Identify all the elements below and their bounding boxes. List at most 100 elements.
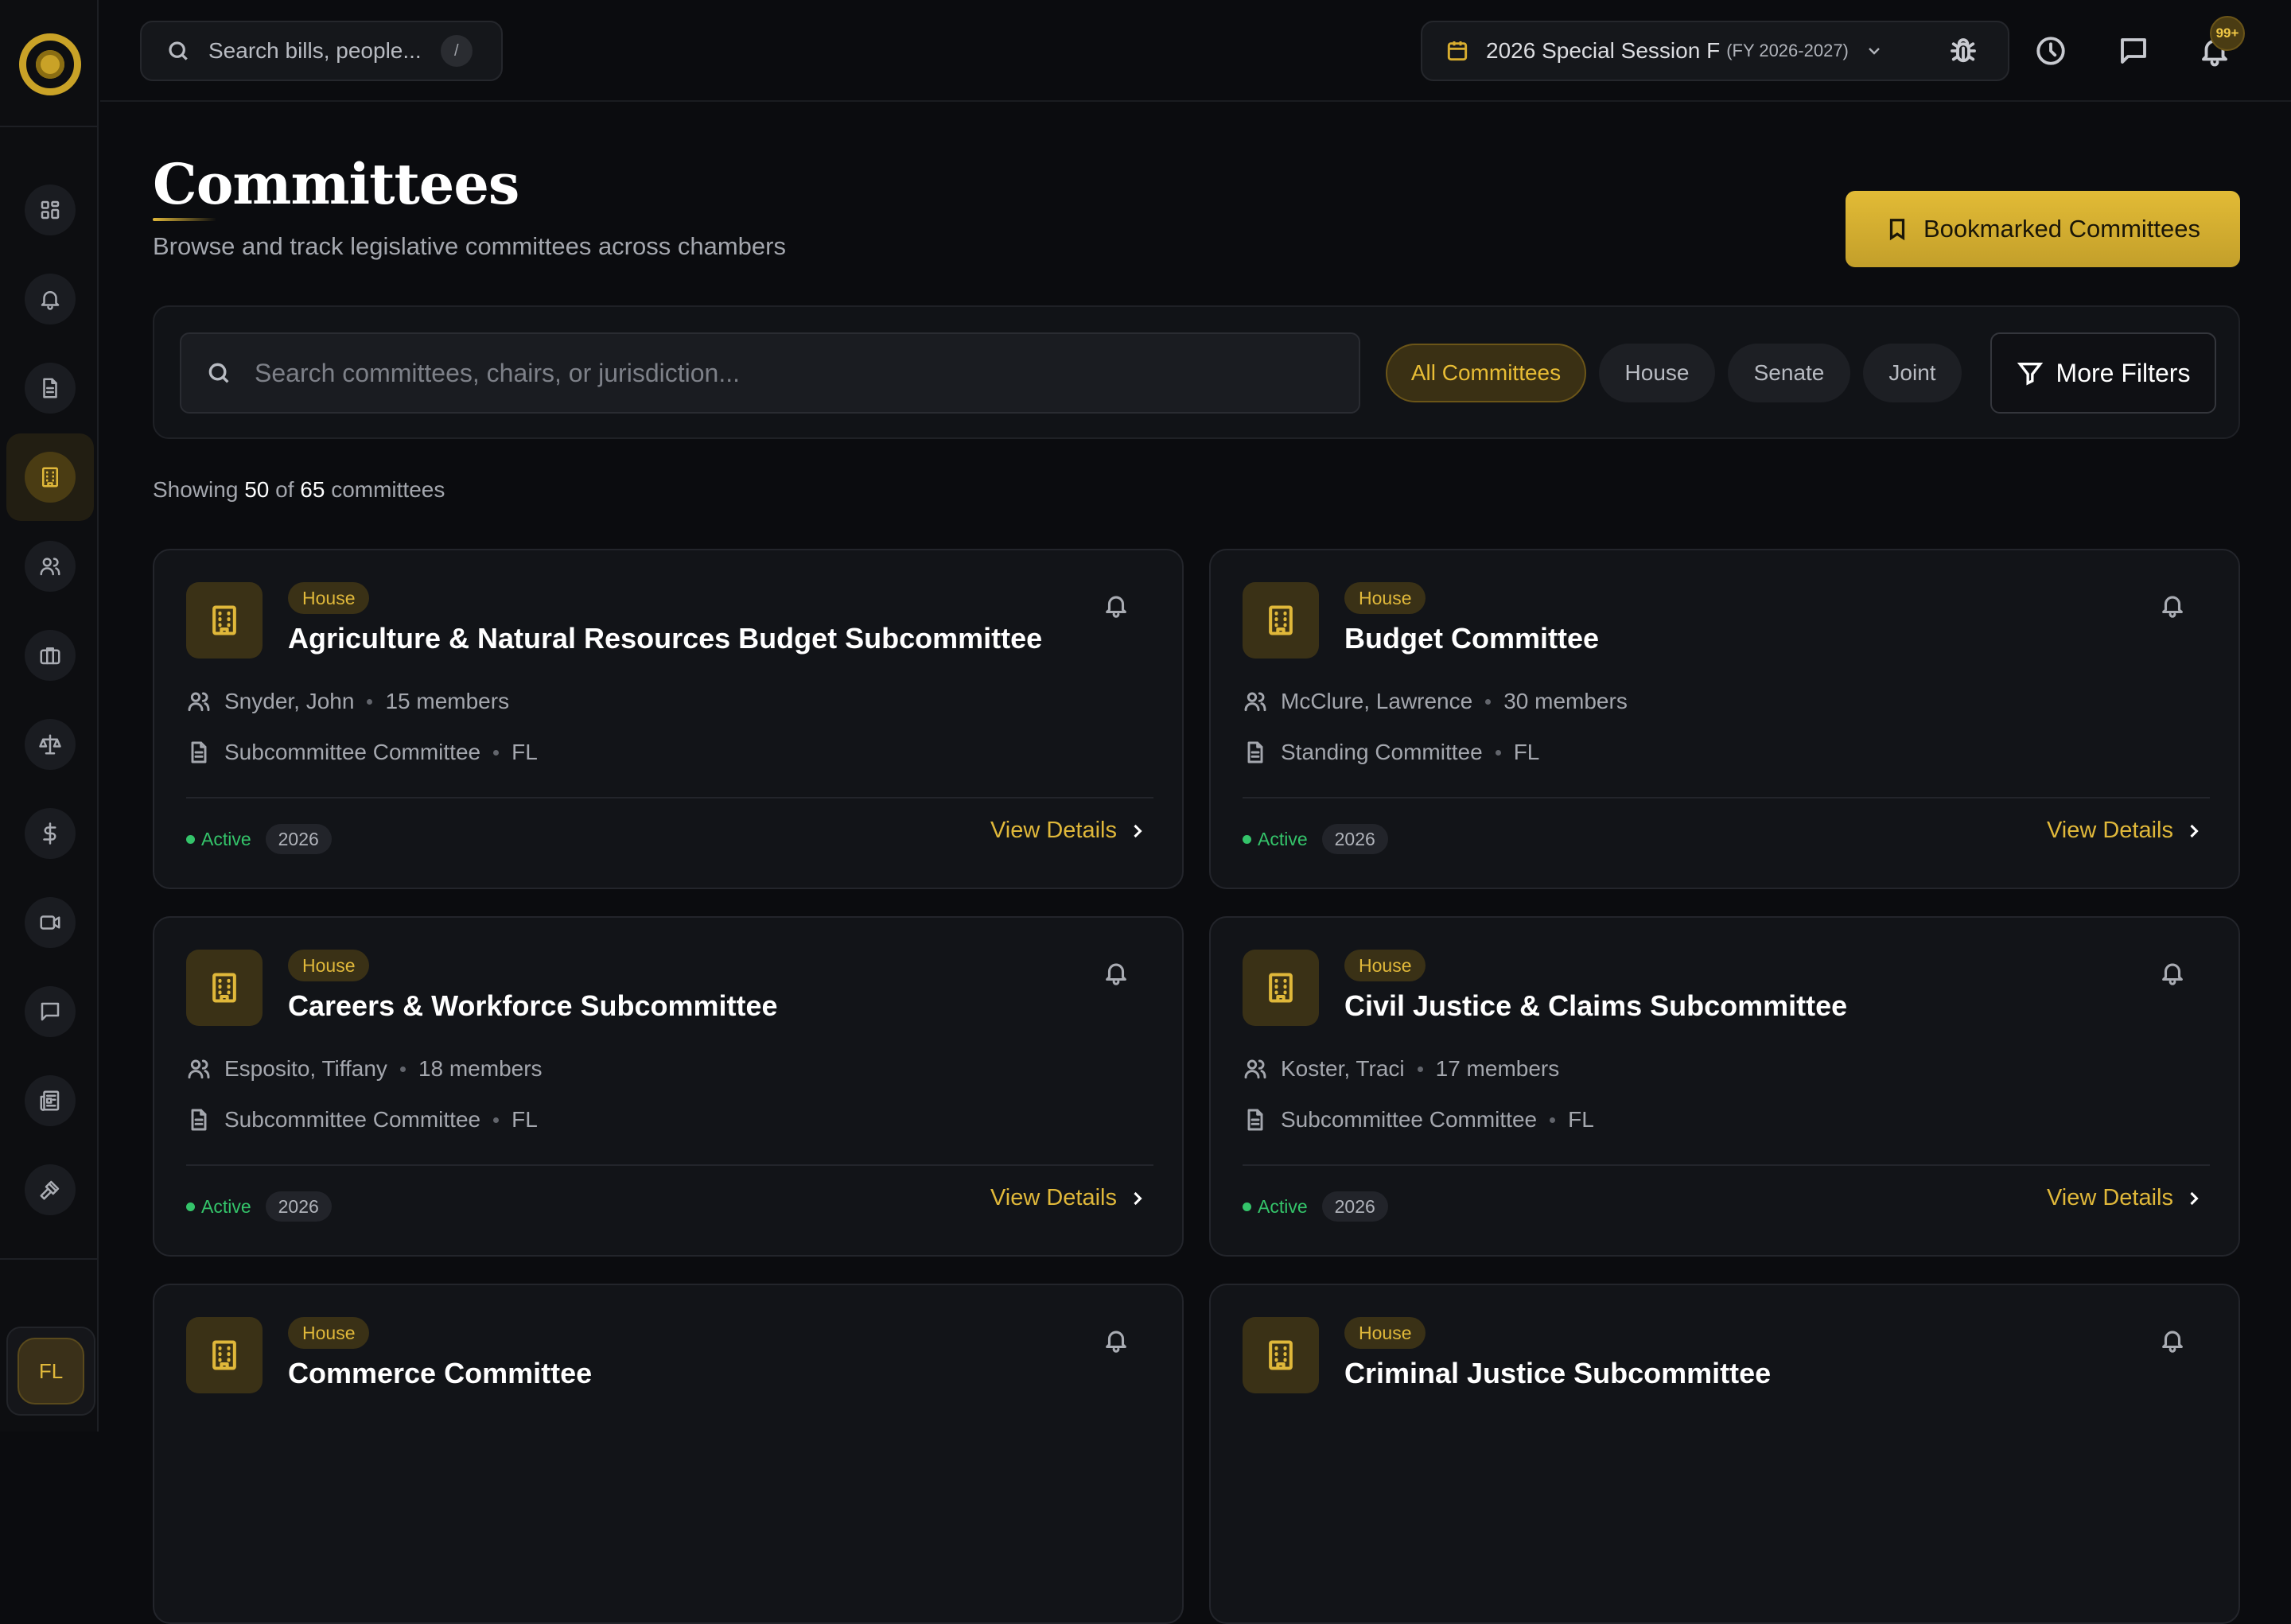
sidebar: FL (0, 0, 99, 1432)
summary-total-count: 65 (300, 477, 325, 502)
year-badge: 2026 (1321, 1191, 1388, 1222)
building-icon (212, 1340, 236, 1370)
follow-committee-button[interactable] (1103, 959, 1131, 988)
summary-shown-count: 50 (244, 477, 270, 502)
status-badge: Active 2026 (186, 824, 332, 854)
document-icon (1247, 741, 1263, 763)
title-underline (153, 218, 216, 221)
scale-icon (39, 734, 61, 755)
chair-row: Koster, Traci 17 members (1243, 1056, 1559, 1082)
chair-row: Esposito, Tiffany 18 members (186, 1056, 543, 1082)
committee-name[interactable]: Civil Justice & Claims Subcommittee (1344, 989, 1847, 1023)
separator-dot (1485, 698, 1492, 705)
bell-icon (2162, 1331, 2183, 1353)
building-icon (42, 467, 58, 488)
chat-icon (41, 1002, 60, 1021)
status-label: Active (201, 1195, 251, 1217)
committee-name[interactable]: Agriculture & Natural Resources Budget S… (288, 622, 1042, 655)
status-label: Active (201, 828, 251, 849)
search-icon (169, 41, 188, 60)
filter-chip-all[interactable]: All Committees (1386, 344, 1586, 402)
card-divider (1243, 797, 2210, 798)
sidebar-item-video[interactable] (25, 897, 76, 948)
view-details-link[interactable]: View Details (2047, 818, 2205, 844)
app-logo[interactable] (19, 33, 81, 95)
building-icon (212, 973, 236, 1003)
sidebar-item-messages[interactable] (25, 986, 76, 1037)
committee-card[interactable]: House Civil Justice & Claims Subcommitte… (1209, 916, 2240, 1257)
session-selector[interactable]: 2026 Special Session F (FY 2026-2027) (1421, 21, 2009, 81)
committee-state: FL (511, 740, 538, 764)
sidebar-item-people[interactable] (25, 541, 76, 592)
follow-committee-button[interactable] (2159, 959, 2188, 988)
building-icon (1269, 1340, 1293, 1370)
follow-committee-button[interactable] (1103, 592, 1131, 620)
bell-icon (2162, 963, 2183, 985)
calendar-icon (1447, 41, 1468, 61)
committee-name[interactable]: Careers & Workforce Subcommittee (288, 989, 778, 1023)
people-icon (40, 558, 60, 576)
committee-card[interactable]: House Commerce Committee (153, 1284, 1184, 1624)
bell-icon (1106, 596, 1126, 618)
page-title: Committees (153, 151, 519, 217)
type-row: Subcommittee Committee FL (186, 740, 538, 765)
committee-card[interactable]: House Budget Committee McClure, Lawrence… (1209, 549, 2240, 889)
separator-dot (367, 698, 373, 705)
committee-card[interactable]: House Careers & Workforce Subcommittee E… (153, 916, 1184, 1257)
status-dot (1243, 1202, 1251, 1211)
filter-chip-joint[interactable]: Joint (1863, 344, 1962, 402)
committee-name[interactable]: Commerce Committee (288, 1357, 592, 1390)
follow-committee-button[interactable] (2159, 1327, 2188, 1355)
sidebar-item-lobbying[interactable] (25, 630, 76, 681)
separator-dot (1417, 1066, 1423, 1072)
committee-card[interactable]: House Criminal Justice Subcommittee (1209, 1284, 2240, 1624)
history-button[interactable] (2028, 29, 2073, 73)
member-count: 17 members (1435, 1056, 1560, 1081)
messages-button[interactable] (2111, 29, 2156, 73)
search-shortcut-key: / (440, 35, 473, 67)
page-subtitle: Browse and track legislative committees … (153, 232, 786, 260)
committee-name[interactable]: Budget Committee (1344, 622, 1599, 655)
newspaper-icon (40, 1090, 60, 1111)
sidebar-item-bills[interactable] (25, 363, 76, 414)
committee-state: FL (511, 1107, 538, 1132)
separator-dot (493, 1117, 500, 1123)
sidebar-item-hearings[interactable] (25, 1164, 76, 1215)
card-divider (186, 797, 1153, 798)
follow-committee-button[interactable] (1103, 1327, 1131, 1355)
clock-icon (2036, 37, 2065, 65)
chair-name: Koster, Traci (1281, 1056, 1405, 1081)
view-details-link[interactable]: View Details (990, 1185, 1149, 1211)
chamber-badge: House (1344, 582, 1426, 614)
filter-chip-house[interactable]: House (1599, 344, 1715, 402)
chamber-badge: House (288, 582, 370, 614)
filter-chip-senate[interactable]: Senate (1728, 344, 1850, 402)
building-icon (1269, 605, 1293, 635)
view-details-link[interactable]: View Details (990, 818, 1149, 844)
committee-type: Subcommittee Committee (224, 740, 481, 764)
global-search-input[interactable]: Search bills, people... / (140, 21, 503, 81)
user-menu[interactable]: FL (6, 1327, 95, 1416)
separator-dot (1550, 1117, 1556, 1123)
committee-name[interactable]: Criminal Justice Subcommittee (1344, 1357, 1771, 1390)
committee-type: Subcommittee Committee (1281, 1107, 1538, 1132)
committee-card[interactable]: House Agriculture & Natural Resources Bu… (153, 549, 1184, 889)
bookmarked-committees-button[interactable]: Bookmarked Committees (1846, 191, 2240, 267)
sidebar-item-legal[interactable] (25, 719, 76, 770)
more-filters-button[interactable]: More Filters (1990, 332, 2216, 414)
bug-report-button[interactable] (1941, 29, 1986, 73)
sidebar-item-dashboard[interactable] (25, 185, 76, 235)
sidebar-item-committees[interactable] (6, 433, 94, 521)
bell-icon (2162, 596, 2183, 618)
sidebar-item-alerts[interactable] (25, 274, 76, 324)
sidebar-item-news[interactable] (25, 1075, 76, 1126)
sidebar-divider (0, 126, 97, 127)
committee-search-input[interactable]: Search committees, chairs, or jurisdicti… (180, 332, 1360, 414)
dashboard-icon (41, 200, 60, 220)
sidebar-divider (0, 1258, 97, 1260)
avatar: FL (18, 1338, 84, 1404)
view-details-link[interactable]: View Details (2047, 1185, 2205, 1211)
follow-committee-button[interactable] (2159, 592, 2188, 620)
sidebar-item-finance[interactable] (25, 808, 76, 859)
status-label: Active (1258, 1195, 1308, 1217)
